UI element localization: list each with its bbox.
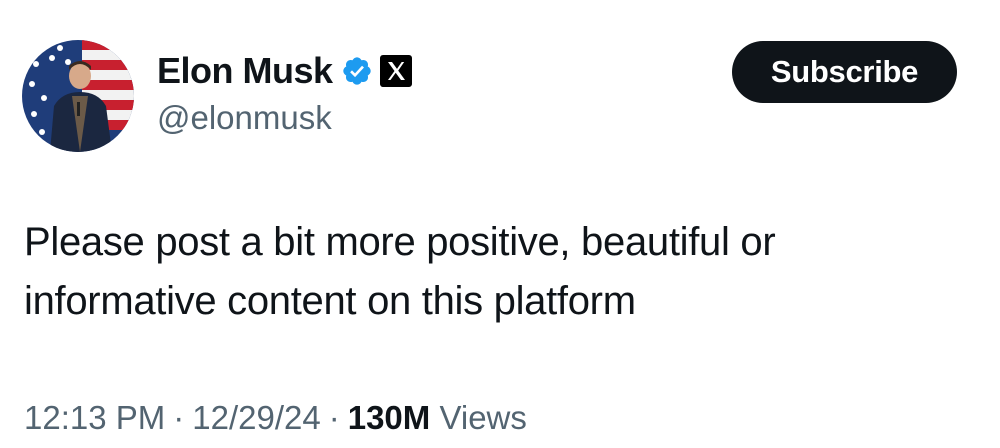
post-container: Elon Musk @elonmusk Subscribe Please pos… [0,0,1000,448]
x-logo-icon[interactable] [379,54,413,88]
views-count[interactable]: 130M [348,399,431,436]
post-text-line: Please post a bit more positive, beautif… [24,220,776,264]
meta-separator: · [328,399,340,436]
views-label: Views [439,399,527,436]
avatar-image [22,40,134,152]
author-block: Elon Musk @elonmusk [157,50,413,138]
post-text-line: informative content on this platform [24,279,636,323]
name-row: Elon Musk [157,50,413,92]
post-meta: 12:13 PM · 12/29/24 · 130M Views [24,393,527,443]
post-text: Please post a bit more positive, beautif… [24,213,954,331]
avatar[interactable] [22,40,134,152]
meta-separator: · [173,399,185,436]
post-time[interactable]: 12:13 PM [24,399,165,436]
display-name[interactable]: Elon Musk [157,50,333,92]
user-handle[interactable]: @elonmusk [157,98,413,138]
post-date[interactable]: 12/29/24 [192,399,320,436]
verified-badge-icon[interactable] [341,55,373,87]
subscribe-button[interactable]: Subscribe [732,41,957,103]
